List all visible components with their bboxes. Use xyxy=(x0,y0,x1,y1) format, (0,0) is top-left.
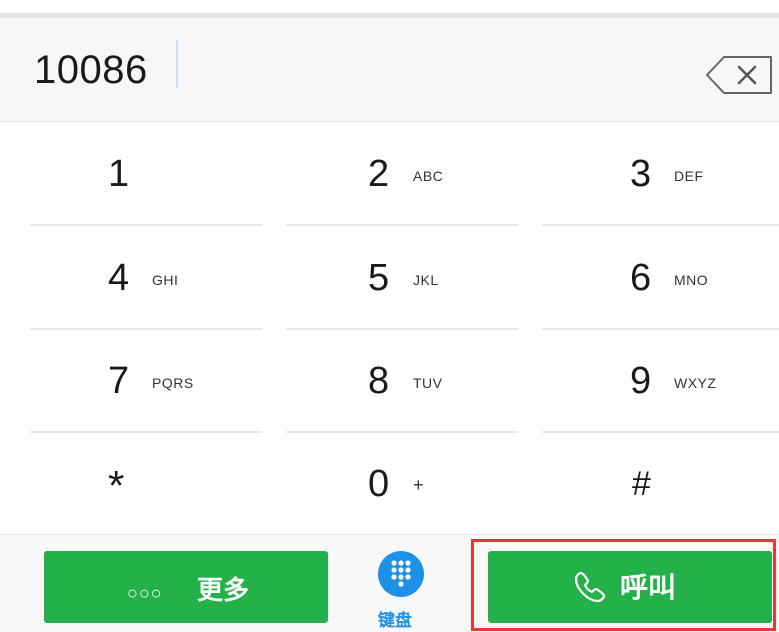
backspace-icon xyxy=(706,56,772,94)
key-digit: 0 xyxy=(368,463,390,505)
key-letters: PQRS xyxy=(152,375,194,391)
dialer-screen: 10086 1 2 ABC 3 DEF 4 GHI 5 JKL 6 MNO 7 … xyxy=(0,0,779,632)
key-star[interactable]: * xyxy=(0,432,260,535)
keypad: 1 2 ABC 3 DEF 4 GHI 5 JKL 6 MNO 7 PQRS 8… xyxy=(0,122,779,534)
text-caret xyxy=(176,40,178,88)
keypad-row: 7 PQRS 8 TUV 9 WXYZ xyxy=(0,329,779,432)
key-5[interactable]: 5 JKL xyxy=(260,226,520,329)
key-letters: GHI xyxy=(152,272,179,288)
keypad-row: 4 GHI 5 JKL 6 MNO xyxy=(0,226,779,329)
key-digit: 5 xyxy=(368,257,390,299)
key-9[interactable]: 9 WXYZ xyxy=(520,329,779,432)
key-digit: 3 xyxy=(630,153,652,195)
keypad-row: 1 2 ABC 3 DEF xyxy=(0,122,779,225)
key-letters: DEF xyxy=(674,168,704,184)
key-digit: 6 xyxy=(630,257,652,299)
bottom-action-bar: ○○○ 更多 键盘 呼叫 xyxy=(0,534,779,632)
key-letters: ABC xyxy=(413,168,444,184)
key-digit: 1 xyxy=(108,153,130,195)
more-button[interactable]: ○○○ 更多 xyxy=(44,551,328,623)
key-digit: # xyxy=(632,465,651,503)
keyboard-toggle-button[interactable]: 键盘 xyxy=(374,547,450,632)
key-digit: * xyxy=(108,462,125,509)
key-letters: WXYZ xyxy=(674,375,717,391)
key-digit: 8 xyxy=(368,360,390,402)
key-3[interactable]: 3 DEF xyxy=(520,122,779,225)
key-8[interactable]: 8 TUV xyxy=(260,329,520,432)
more-dots-icon: ○○○ xyxy=(127,583,163,603)
key-7[interactable]: 7 PQRS xyxy=(0,329,260,432)
key-hash[interactable]: # xyxy=(520,432,779,535)
key-4[interactable]: 4 GHI xyxy=(0,226,260,329)
key-digit: 9 xyxy=(630,360,652,402)
phone-icon xyxy=(574,571,606,603)
backspace-button[interactable] xyxy=(704,54,774,96)
key-letters: + xyxy=(413,475,425,495)
dialed-number[interactable]: 10086 xyxy=(34,46,148,94)
key-0[interactable]: 0 + xyxy=(260,432,520,535)
keypad-grid-icon xyxy=(378,551,424,597)
top-strip xyxy=(0,0,779,18)
key-digit: 7 xyxy=(108,360,130,402)
key-letters: TUV xyxy=(413,375,443,391)
key-letters: MNO xyxy=(674,272,709,288)
keyboard-label: 键盘 xyxy=(378,611,412,630)
key-6[interactable]: 6 MNO xyxy=(520,226,779,329)
key-digit: 4 xyxy=(108,257,130,299)
key-1[interactable]: 1 xyxy=(0,122,260,225)
call-button[interactable]: 呼叫 xyxy=(488,551,772,623)
key-2[interactable]: 2 ABC xyxy=(260,122,520,225)
more-label: 更多 xyxy=(197,575,250,605)
key-digit: 2 xyxy=(368,153,390,195)
call-label: 呼叫 xyxy=(620,572,677,603)
number-bar: 10086 xyxy=(0,18,779,122)
key-letters: JKL xyxy=(413,272,439,288)
keypad-row: * 0 + # xyxy=(0,432,779,535)
